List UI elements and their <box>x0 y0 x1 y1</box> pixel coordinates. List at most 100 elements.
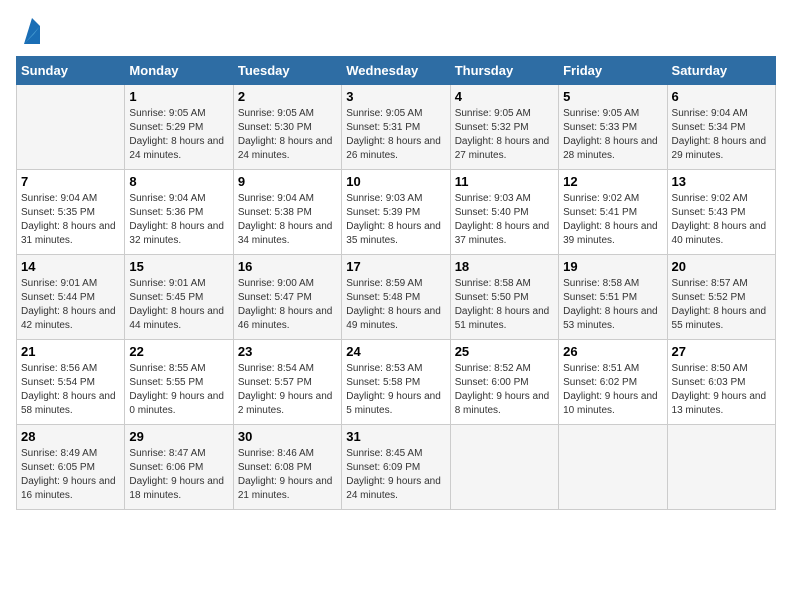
day-info: Sunrise: 9:05 AMSunset: 5:31 PMDaylight:… <box>346 107 445 163</box>
calendar-cell: 27 Sunrise: 8:50 AMSunset: 6:03 PMDayligh… <box>667 340 775 425</box>
day-number: 20 <box>672 259 771 274</box>
day-info: Sunrise: 9:03 AMSunset: 5:39 PMDaylight:… <box>346 192 445 248</box>
day-number: 30 <box>238 429 337 444</box>
calendar-cell: 14Sunrise: 9:01 AMSunset: 5:44 PMDayligh… <box>17 255 125 340</box>
calendar-cell: 20 Sunrise: 8:57 AMSunset: 5:52 PMDayligh… <box>667 255 775 340</box>
page-header <box>16 16 776 46</box>
calendar-cell: 25Sunrise: 8:52 AMSunset: 6:00 PMDayligh… <box>450 340 558 425</box>
calendar-cell <box>450 425 558 510</box>
calendar-cell: 19 Sunrise: 8:58 AMSunset: 5:51 PMDayligh… <box>559 255 667 340</box>
day-number: 3 <box>346 89 445 104</box>
day-info: Sunrise: 8:51 AMSunset: 6:02 PMDaylight:… <box>563 362 662 418</box>
day-info: Sunrise: 9:04 AMSunset: 5:34 PMDaylight:… <box>672 107 771 163</box>
header-monday: Monday <box>125 57 233 85</box>
day-number: 27 <box>672 344 771 359</box>
day-number: 18 <box>455 259 554 274</box>
day-info: Sunrise: 8:58 AMSunset: 5:50 PMDaylight:… <box>455 277 554 333</box>
day-info: Sunrise: 8:57 AMSunset: 5:52 PMDaylight:… <box>672 277 771 333</box>
day-number: 17 <box>346 259 445 274</box>
day-info: Sunrise: 8:49 AMSunset: 6:05 PMDaylight:… <box>21 447 120 503</box>
calendar-cell: 3 Sunrise: 9:05 AMSunset: 5:31 PMDaylight… <box>342 85 450 170</box>
day-number: 25 <box>455 344 554 359</box>
calendar-cell: 9 Sunrise: 9:04 AMSunset: 5:38 PMDaylight… <box>233 170 341 255</box>
day-number: 28 <box>21 429 120 444</box>
calendar-cell: 15 Sunrise: 9:01 AMSunset: 5:45 PMDayligh… <box>125 255 233 340</box>
day-info: Sunrise: 8:58 AMSunset: 5:51 PMDaylight:… <box>563 277 662 333</box>
calendar-cell: 17 Sunrise: 8:59 AMSunset: 5:48 PMDayligh… <box>342 255 450 340</box>
day-number: 26 <box>563 344 662 359</box>
logo-icon <box>20 16 44 46</box>
day-info: Sunrise: 9:05 AMSunset: 5:30 PMDaylight:… <box>238 107 337 163</box>
day-info: Sunrise: 8:54 AMSunset: 5:57 PMDaylight:… <box>238 362 337 418</box>
day-info: Sunrise: 8:47 AMSunset: 6:06 PMDaylight:… <box>129 447 228 503</box>
calendar-cell: 28 Sunrise: 8:49 AMSunset: 6:05 PMDayligh… <box>17 425 125 510</box>
header-tuesday: Tuesday <box>233 57 341 85</box>
calendar-cell: 24 Sunrise: 8:53 AMSunset: 5:58 PMDayligh… <box>342 340 450 425</box>
day-info: Sunrise: 9:04 AMSunset: 5:36 PMDaylight:… <box>129 192 228 248</box>
day-number: 31 <box>346 429 445 444</box>
day-info: Sunrise: 8:59 AMSunset: 5:48 PMDaylight:… <box>346 277 445 333</box>
day-number: 24 <box>346 344 445 359</box>
logo <box>16 16 44 46</box>
day-number: 9 <box>238 174 337 189</box>
day-number: 2 <box>238 89 337 104</box>
calendar-cell <box>17 85 125 170</box>
calendar-cell: 26 Sunrise: 8:51 AMSunset: 6:02 PMDayligh… <box>559 340 667 425</box>
day-number: 12 <box>563 174 662 189</box>
day-number: 10 <box>346 174 445 189</box>
calendar-week-1: 1Sunrise: 9:05 AMSunset: 5:29 PMDaylight… <box>17 85 776 170</box>
day-info: Sunrise: 9:01 AMSunset: 5:45 PMDaylight:… <box>129 277 228 333</box>
calendar-cell: 23 Sunrise: 8:54 AMSunset: 5:57 PMDayligh… <box>233 340 341 425</box>
calendar-cell: 4 Sunrise: 9:05 AMSunset: 5:32 PMDaylight… <box>450 85 558 170</box>
calendar-cell: 30Sunrise: 8:46 AMSunset: 6:08 PMDayligh… <box>233 425 341 510</box>
day-info: Sunrise: 9:02 AMSunset: 5:41 PMDaylight:… <box>563 192 662 248</box>
calendar-week-3: 14Sunrise: 9:01 AMSunset: 5:44 PMDayligh… <box>17 255 776 340</box>
day-info: Sunrise: 9:04 AMSunset: 5:35 PMDaylight:… <box>21 192 120 248</box>
calendar-cell: 13 Sunrise: 9:02 AMSunset: 5:43 PMDayligh… <box>667 170 775 255</box>
calendar-cell: 1Sunrise: 9:05 AMSunset: 5:29 PMDaylight… <box>125 85 233 170</box>
calendar-week-2: 7 Sunrise: 9:04 AMSunset: 5:35 PMDaylight… <box>17 170 776 255</box>
calendar-cell: 8 Sunrise: 9:04 AMSunset: 5:36 PMDaylight… <box>125 170 233 255</box>
day-info: Sunrise: 8:55 AMSunset: 5:55 PMDaylight:… <box>129 362 228 418</box>
calendar-table: SundayMondayTuesdayWednesdayThursdayFrid… <box>16 56 776 510</box>
calendar-week-5: 28 Sunrise: 8:49 AMSunset: 6:05 PMDayligh… <box>17 425 776 510</box>
day-number: 11 <box>455 174 554 189</box>
calendar-cell: 12 Sunrise: 9:02 AMSunset: 5:41 PMDayligh… <box>559 170 667 255</box>
calendar-cell: 16Sunrise: 9:00 AMSunset: 5:47 PMDayligh… <box>233 255 341 340</box>
header-sunday: Sunday <box>17 57 125 85</box>
day-info: Sunrise: 8:56 AMSunset: 5:54 PMDaylight:… <box>21 362 120 418</box>
day-number: 5 <box>563 89 662 104</box>
day-info: Sunrise: 9:02 AMSunset: 5:43 PMDaylight:… <box>672 192 771 248</box>
day-number: 8 <box>129 174 228 189</box>
calendar-cell: 29Sunrise: 8:47 AMSunset: 6:06 PMDayligh… <box>125 425 233 510</box>
header-thursday: Thursday <box>450 57 558 85</box>
calendar-cell: 10 Sunrise: 9:03 AMSunset: 5:39 PMDayligh… <box>342 170 450 255</box>
day-info: Sunrise: 8:50 AMSunset: 6:03 PMDaylight:… <box>672 362 771 418</box>
day-number: 23 <box>238 344 337 359</box>
calendar-cell <box>667 425 775 510</box>
calendar-header-row: SundayMondayTuesdayWednesdayThursdayFrid… <box>17 57 776 85</box>
day-number: 15 <box>129 259 228 274</box>
day-number: 16 <box>238 259 337 274</box>
calendar-cell: 21Sunrise: 8:56 AMSunset: 5:54 PMDayligh… <box>17 340 125 425</box>
day-info: Sunrise: 9:05 AMSunset: 5:32 PMDaylight:… <box>455 107 554 163</box>
calendar-cell: 5 Sunrise: 9:05 AMSunset: 5:33 PMDaylight… <box>559 85 667 170</box>
calendar-cell: 6 Sunrise: 9:04 AMSunset: 5:34 PMDaylight… <box>667 85 775 170</box>
day-number: 6 <box>672 89 771 104</box>
calendar-cell: 7 Sunrise: 9:04 AMSunset: 5:35 PMDaylight… <box>17 170 125 255</box>
calendar-cell: 18 Sunrise: 8:58 AMSunset: 5:50 PMDayligh… <box>450 255 558 340</box>
day-number: 4 <box>455 89 554 104</box>
day-info: Sunrise: 8:53 AMSunset: 5:58 PMDaylight:… <box>346 362 445 418</box>
day-number: 7 <box>21 174 120 189</box>
header-saturday: Saturday <box>667 57 775 85</box>
header-friday: Friday <box>559 57 667 85</box>
day-number: 13 <box>672 174 771 189</box>
day-info: Sunrise: 9:03 AMSunset: 5:40 PMDaylight:… <box>455 192 554 248</box>
header-wednesday: Wednesday <box>342 57 450 85</box>
day-info: Sunrise: 9:05 AMSunset: 5:33 PMDaylight:… <box>563 107 662 163</box>
day-number: 19 <box>563 259 662 274</box>
calendar-cell: 22Sunrise: 8:55 AMSunset: 5:55 PMDayligh… <box>125 340 233 425</box>
day-info: Sunrise: 9:04 AMSunset: 5:38 PMDaylight:… <box>238 192 337 248</box>
calendar-cell: 2 Sunrise: 9:05 AMSunset: 5:30 PMDaylight… <box>233 85 341 170</box>
calendar-cell: 31Sunrise: 8:45 AMSunset: 6:09 PMDayligh… <box>342 425 450 510</box>
